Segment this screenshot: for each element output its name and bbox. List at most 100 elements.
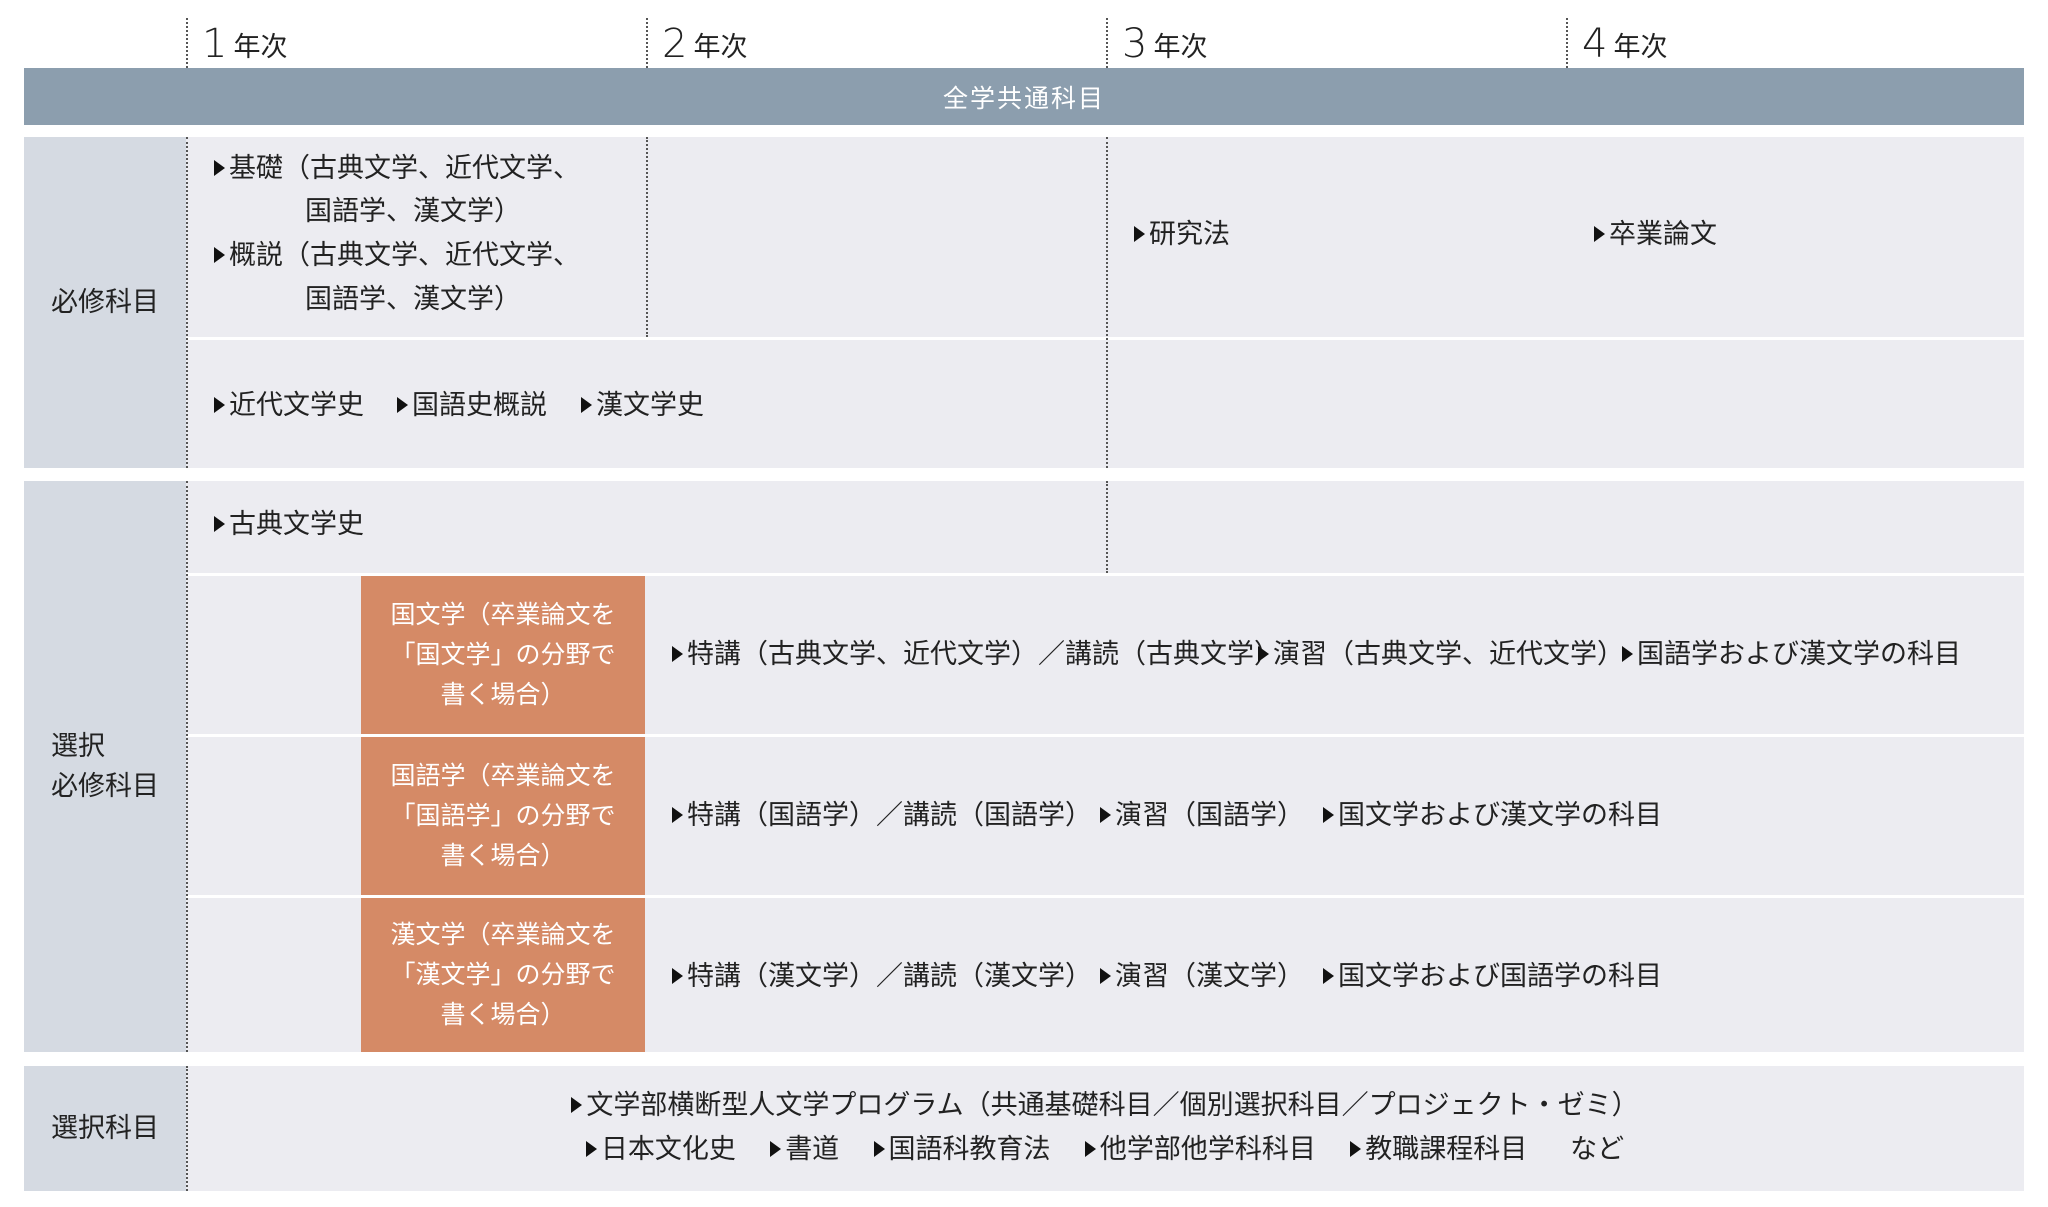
item-kanbungakushi-label: 漢文学史 bbox=[596, 390, 704, 421]
track-kokubungaku-line1: 国文学（卒業論文を bbox=[390, 600, 616, 629]
track-kokubungaku-line2: 「国文学」の分野で bbox=[390, 640, 616, 669]
bullet-triangle-icon bbox=[585, 1141, 597, 1157]
bullet-triangle-icon bbox=[873, 1141, 885, 1157]
bullet-triangle-icon bbox=[214, 397, 225, 413]
bullet-triangle-icon bbox=[1134, 226, 1145, 242]
item-gaisetsu-line1: 概説（古典文学、近代文学、 bbox=[229, 240, 580, 271]
track-kanbungaku-item-1: 特講（漢文学）／講読（漢文学） bbox=[672, 955, 1092, 999]
track-kokugogaku-item-1-label: 特講（国語学）／講読（国語学） bbox=[687, 800, 1092, 831]
required-label-cell: 必修科目 bbox=[24, 137, 186, 468]
year-3-header: 3 年次 bbox=[1108, 18, 1207, 70]
item-gaisetsu-cont: 国語学、漢文学） bbox=[305, 278, 521, 322]
bullet-triangle-icon bbox=[672, 968, 683, 984]
track-kokubungaku-item-1: 特講（古典文学、近代文学）／講読（古典文学） bbox=[672, 633, 1281, 677]
bullet-triangle-icon bbox=[214, 516, 225, 532]
track-kokubungaku-item-3: 国語学および漢文学の科目 bbox=[1622, 633, 1961, 677]
year-1-divider bbox=[186, 18, 188, 68]
required-label: 必修科目 bbox=[51, 286, 159, 318]
elective-label: 選択科目 bbox=[51, 1112, 159, 1144]
selective-left-divider bbox=[186, 481, 188, 1052]
year-4-divider bbox=[1566, 18, 1568, 68]
required-year3-divider bbox=[1106, 137, 1108, 468]
elective-program-label: 文学部横断型人文学プログラム（共通基礎科目／個別選択科目／プロジェクト・ゼミ） bbox=[586, 1090, 1639, 1121]
item-kokugoshi-gaisetsu: 国語史概説 bbox=[397, 384, 547, 428]
track-kokugogaku-item-2-label: 演習（国語学） bbox=[1115, 800, 1304, 831]
year-3-unit: 年次 bbox=[1153, 31, 1208, 63]
item-koten-bungakushi-label: 古典文学史 bbox=[229, 509, 364, 540]
track-kokugogaku-item-2: 演習（国語学） bbox=[1100, 794, 1304, 838]
item-gaisetsu: 概説（古典文学、近代文学、 bbox=[214, 234, 580, 278]
elective-suffix: など bbox=[1570, 1134, 1625, 1165]
bullet-triangle-icon bbox=[1323, 968, 1334, 984]
track-kokubungaku-box: 国文学（卒業論文を 「国文学」の分野で 書く場合） bbox=[361, 576, 645, 734]
year-1-header: 1 年次 bbox=[188, 18, 287, 70]
year-4-unit: 年次 bbox=[1613, 31, 1668, 63]
bullet-triangle-icon bbox=[1594, 226, 1605, 242]
elective-item-3-label: 国語科教育法 bbox=[888, 1134, 1051, 1165]
required-year2-divider bbox=[646, 137, 648, 337]
required-row-separator bbox=[186, 337, 2024, 340]
track-kokubungaku-item-2: 演習（古典文学、近代文学） bbox=[1258, 633, 1624, 677]
year-2-divider bbox=[646, 18, 648, 68]
bullet-triangle-icon bbox=[1258, 646, 1269, 662]
track-kanbungaku-item-3: 国文学および国語学の科目 bbox=[1323, 955, 1662, 999]
item-gaisetsu-line2: 国語学、漢文学） bbox=[305, 284, 521, 315]
bullet-triangle-icon bbox=[672, 646, 683, 662]
year-4-number: 4 bbox=[1582, 21, 1608, 67]
item-kindai-bungakushi-label: 近代文学史 bbox=[229, 390, 364, 421]
item-sotsuron: 卒業論文 bbox=[1594, 213, 1717, 257]
year-2-number: 2 bbox=[662, 21, 688, 67]
item-kanbungakushi: 漢文学史 bbox=[581, 384, 704, 428]
track-kokubungaku-item-2-label: 演習（古典文学、近代文学） bbox=[1273, 639, 1624, 670]
selective-required-label-cell: 選択 必修科目 bbox=[24, 481, 186, 1052]
item-sotsuron-label: 卒業論文 bbox=[1609, 219, 1717, 250]
item-kindai-bungakushi: 近代文学史 bbox=[214, 384, 364, 428]
track-kokugogaku-line2: 「国語学」の分野で bbox=[390, 801, 616, 830]
bullet-triangle-icon bbox=[397, 397, 408, 413]
year-1-number: 1 bbox=[202, 21, 228, 67]
elective-label-cell: 選択科目 bbox=[24, 1066, 186, 1191]
item-kiso-line1: 基礎（古典文学、近代文学、 bbox=[229, 153, 580, 184]
item-kiso: 基礎（古典文学、近代文学、 bbox=[214, 147, 580, 191]
year-1-unit: 年次 bbox=[233, 31, 288, 63]
track-kokubungaku-item-1-label: 特講（古典文学、近代文学）／講読（古典文学） bbox=[687, 639, 1281, 670]
common-subjects-bar: 全学共通科目 bbox=[24, 68, 2024, 125]
track-kanbungaku-box: 漢文学（卒業論文を 「漢文学」の分野で 書く場合） bbox=[361, 898, 645, 1052]
item-kiso-cont: 国語学、漢文学） bbox=[305, 190, 521, 234]
track-kanbungaku-item-2: 演習（漢文学） bbox=[1100, 955, 1304, 999]
elective-line-1: 文学部横断型人文学プログラム（共通基礎科目／個別選択科目／プロジェクト・ゼミ） bbox=[186, 1084, 2024, 1128]
elective-item-5-label: 教職課程科目 bbox=[1365, 1134, 1528, 1165]
bullet-triangle-icon bbox=[581, 397, 592, 413]
required-left-divider bbox=[186, 137, 188, 468]
elective-item-4-label: 他学部他学科科目 bbox=[1099, 1134, 1316, 1165]
track-kokugogaku-item-3: 国文学および漢文学の科目 bbox=[1323, 794, 1662, 838]
common-subjects-label: 全学共通科目 bbox=[942, 83, 1105, 113]
track-kokugogaku-box: 国語学（卒業論文を 「国語学」の分野で 書く場合） bbox=[361, 737, 645, 895]
bullet-triangle-icon bbox=[770, 1141, 782, 1157]
item-kiso-line2: 国語学、漢文学） bbox=[305, 196, 521, 227]
item-kokugoshi-gaisetsu-label: 国語史概説 bbox=[412, 390, 547, 421]
year-3-number: 3 bbox=[1122, 21, 1148, 67]
track-kokugogaku-line3: 書く場合） bbox=[440, 841, 566, 870]
track-kokugogaku-item-1: 特講（国語学）／講読（国語学） bbox=[672, 794, 1092, 838]
elective-item-1-label: 日本文化史 bbox=[600, 1134, 736, 1165]
elective-line-2: 日本文化史 書道 国語科教育法 他学部他学科科目 教職課程科目 など bbox=[186, 1128, 2024, 1172]
track-kanbungaku-item-3-label: 国文学および国語学の科目 bbox=[1338, 961, 1662, 992]
bullet-triangle-icon bbox=[214, 160, 225, 176]
bullet-triangle-icon bbox=[1100, 807, 1111, 823]
bullet-triangle-icon bbox=[1350, 1141, 1362, 1157]
track-kanbungaku-line2: 「漢文学」の分野で bbox=[390, 960, 616, 989]
elective-item-2-label: 書道 bbox=[785, 1134, 840, 1165]
track-kanbungaku-line3: 書く場合） bbox=[440, 1000, 566, 1029]
track-kanbungaku-item-1-label: 特講（漢文学）／講読（漢文学） bbox=[687, 961, 1092, 992]
item-kenkyuho-label: 研究法 bbox=[1149, 219, 1230, 250]
bullet-triangle-icon bbox=[1323, 807, 1334, 823]
year-2-unit: 年次 bbox=[693, 31, 748, 63]
year-2-header: 2 年次 bbox=[648, 18, 747, 70]
selective-required-label-line1: 選択 bbox=[51, 731, 105, 763]
item-koten-bungakushi: 古典文学史 bbox=[214, 503, 364, 547]
bullet-triangle-icon bbox=[571, 1097, 583, 1113]
track-kanbungaku-line1: 漢文学（卒業論文を bbox=[390, 920, 616, 949]
track-kokubungaku-line3: 書く場合） bbox=[440, 680, 566, 709]
bullet-triangle-icon bbox=[672, 807, 683, 823]
